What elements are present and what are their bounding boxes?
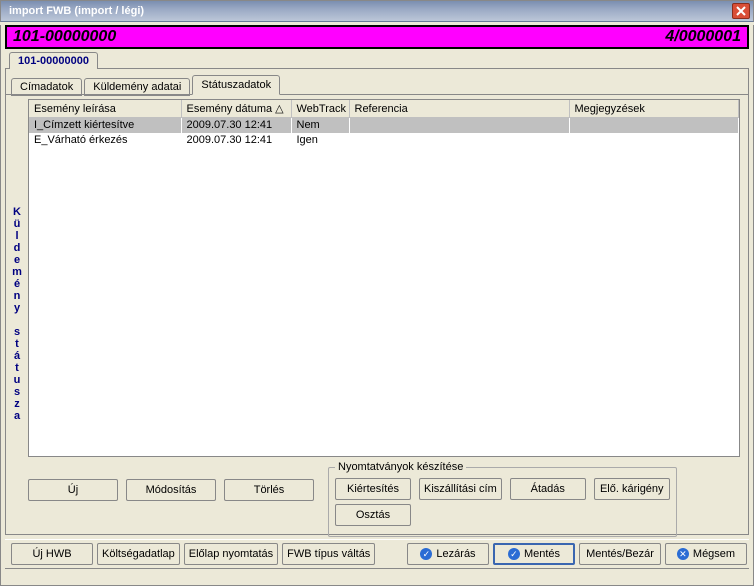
kiszallitasi-cim-button[interactable]: Kiszállítási cím: [419, 478, 502, 500]
koltsegadatlap-button[interactable]: Költségadatlap: [97, 543, 180, 565]
status-content: Küldemény státusza Esemény leírása Esemé…: [6, 94, 748, 532]
status-grid[interactable]: Esemény leírása Esemény dátuma △ WebTrac…: [28, 99, 740, 457]
lezaras-label: Lezárás: [436, 549, 475, 560]
cell: E_Várható érkezés: [29, 133, 181, 148]
col-megjegyzesek[interactable]: Megjegyzések: [569, 100, 739, 118]
cell: 2009.07.30 12:41: [181, 133, 291, 148]
megsem-label: Mégsem: [693, 549, 735, 560]
col-referencia[interactable]: Referencia: [349, 100, 569, 118]
close-button[interactable]: [732, 3, 750, 19]
awb-tab[interactable]: 101-00000000: [9, 52, 98, 69]
elolap-nyomtatas-button[interactable]: Előlap nyomtatás: [184, 543, 278, 565]
print-fieldset: Nyomtatványok készítése Kiértesítés Kisz…: [328, 467, 677, 537]
window-title: import FWB (import / légi): [9, 5, 144, 17]
atadas-button[interactable]: Átadás: [510, 478, 586, 500]
banner-right: 4/0000001: [665, 28, 741, 46]
main-panel: Címadatok Küldemény adatai Státuszadatok…: [5, 68, 749, 535]
tab-statuszadatok[interactable]: Státuszadatok: [192, 75, 280, 95]
window-body: 101-00000000 4/0000001 101-00000000 Címa…: [0, 25, 754, 586]
cell: [349, 118, 569, 133]
tab-row: Címadatok Küldemény adatai Státuszadatok: [6, 75, 748, 95]
table-row[interactable]: E_Várható érkezés2009.07.30 12:41Igen: [29, 133, 739, 148]
cancel-icon: ✕: [677, 548, 689, 560]
awb-banner: 101-00000000 4/0000001: [5, 25, 749, 49]
fwb-tipus-valtas-button[interactable]: FWB típus váltás: [282, 543, 375, 565]
table-row[interactable]: I_Címzett kiértesítve2009.07.30 12:41Nem: [29, 118, 739, 133]
banner-left: 101-00000000: [13, 28, 116, 46]
panel-button-row: Új Módosítás Törlés Nyomtatványok készít…: [28, 467, 740, 531]
check-icon: ✓: [508, 548, 520, 560]
col-esemeny-datuma[interactable]: Esemény dátuma △: [181, 100, 291, 118]
lezaras-button[interactable]: ✓ Lezárás: [407, 543, 489, 565]
mentes-button[interactable]: ✓ Mentés: [493, 543, 575, 565]
cell: Igen: [291, 133, 349, 148]
vertical-label: Küldemény státusza: [7, 95, 27, 532]
grid-header-row: Esemény leírása Esemény dátuma △ WebTrac…: [29, 100, 739, 118]
cell: [349, 133, 569, 148]
mentes-label: Mentés: [524, 549, 560, 560]
uj-hwb-button[interactable]: Új HWB: [11, 543, 93, 565]
new-button[interactable]: Új: [28, 479, 118, 501]
modify-button[interactable]: Módosítás: [126, 479, 216, 501]
close-icon: [736, 6, 746, 16]
awb-tab-row: 101-00000000: [1, 51, 753, 68]
osztas-button[interactable]: Osztás: [335, 504, 411, 526]
check-icon: ✓: [420, 548, 432, 560]
bottom-bar: Új HWB Költségadatlap Előlap nyomtatás F…: [5, 539, 749, 569]
cell: [569, 118, 739, 133]
megsem-button[interactable]: ✕ Mégsem: [665, 543, 747, 565]
title-bar: import FWB (import / légi): [0, 0, 754, 22]
print-legend: Nyomtatványok készítése: [335, 461, 466, 473]
cell: 2009.07.30 12:41: [181, 118, 291, 133]
elo-karigeny-button[interactable]: Elő. kárigény: [594, 478, 670, 500]
col-esemeny-leirasa[interactable]: Esemény leírása: [29, 100, 181, 118]
delete-button[interactable]: Törlés: [224, 479, 314, 501]
kiertesites-button[interactable]: Kiértesítés: [335, 478, 411, 500]
cell: I_Címzett kiértesítve: [29, 118, 181, 133]
mentes-bezar-button[interactable]: Mentés/Bezár: [579, 543, 661, 565]
cell: [569, 133, 739, 148]
col-webtrack[interactable]: WebTrack: [291, 100, 349, 118]
cell: Nem: [291, 118, 349, 133]
